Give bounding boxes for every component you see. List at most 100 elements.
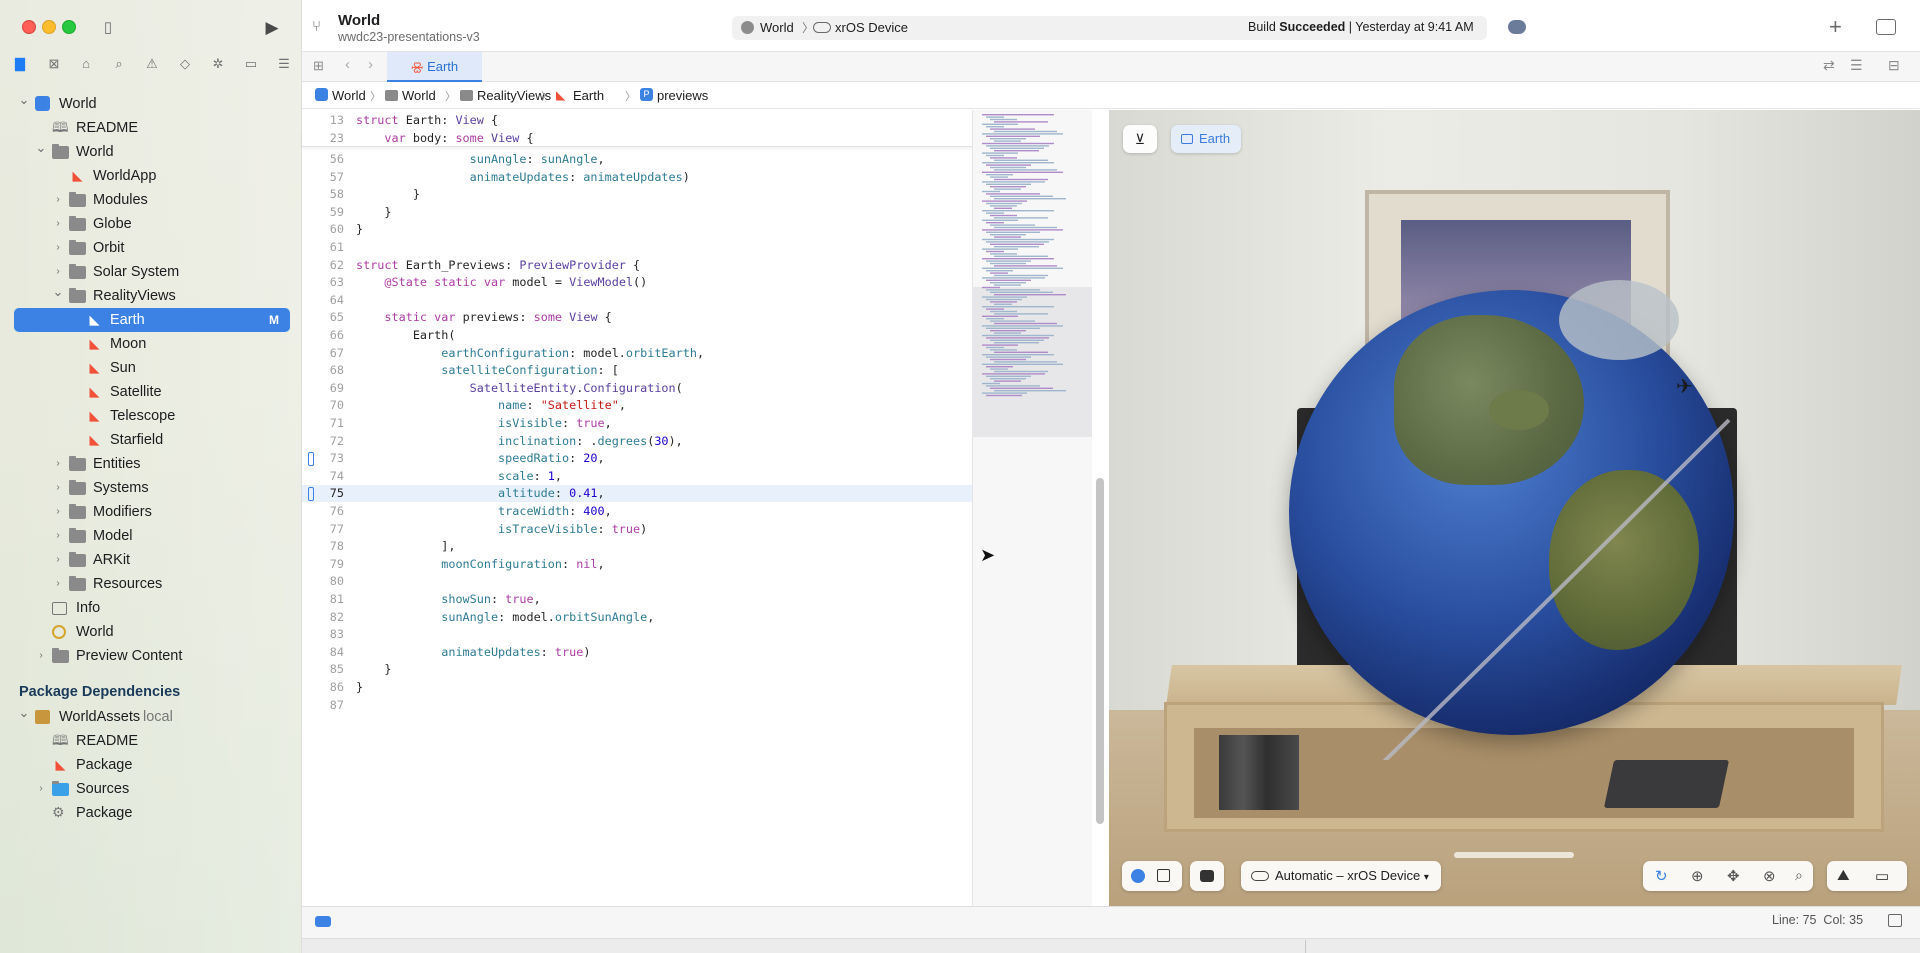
window-minimize-button[interactable] [42, 20, 56, 34]
disclosure-collapsed-icon[interactable]: › [52, 212, 64, 236]
navigator-item[interactable]: ⚙ Package [0, 801, 302, 825]
add-icon[interactable]: + [1829, 14, 1842, 40]
selectable-preview-icon[interactable] [1157, 869, 1170, 882]
disclosure-collapsed-icon[interactable]: › [52, 452, 64, 476]
navigator-item[interactable]: › Systems [0, 476, 302, 500]
disclosure-collapsed-icon[interactable]: › [52, 548, 64, 572]
navigator-item[interactable]: › Modules [0, 188, 302, 212]
orbit-icon[interactable]: ⊗ [1763, 867, 1776, 885]
navigator-item[interactable]: › Sources [0, 777, 302, 801]
navigator-item[interactable]: ◣ Sun [0, 356, 302, 380]
change-marker[interactable] [308, 487, 314, 502]
navigator-item[interactable]: Info [0, 596, 302, 620]
code-line[interactable]: 72 inclination: .degrees(30), [302, 433, 972, 450]
sidebar-toggle-icon[interactable]: ▯ [98, 20, 118, 36]
branch-icon[interactable]: ⑂ [312, 18, 326, 38]
navigator-item[interactable]: ◣ Earth M [0, 308, 302, 332]
panel-toggle-icon[interactable] [1888, 914, 1902, 927]
navigator-item[interactable]: › Modifiers [0, 500, 302, 524]
project-navigator-icon[interactable]: ▇ [12, 56, 28, 72]
code-line[interactable]: 86} [302, 679, 972, 696]
code-line[interactable]: 75 altitude: 0.41, [302, 485, 972, 503]
code-line[interactable]: 66 Earth( [302, 327, 972, 344]
run-button[interactable]: ▶ [262, 19, 282, 36]
environment-icon[interactable]: ⛰ [1837, 867, 1850, 884]
disclosure-expanded-icon[interactable]: ⌄ [18, 88, 30, 112]
jump-symbol[interactable]: previews [657, 88, 708, 103]
disclosure-collapsed-icon[interactable]: › [52, 524, 64, 548]
code-line[interactable]: 85 } [302, 661, 972, 678]
navigator-item[interactable]: › Preview Content [0, 644, 302, 668]
navigator-item[interactable]: ◣ Moon [0, 332, 302, 356]
navigator-item[interactable]: › Orbit [0, 236, 302, 260]
code-line[interactable]: 63 @State static var model = ViewModel() [302, 274, 972, 291]
device-selector[interactable]: Automatic – xrOS Device ▾ [1241, 861, 1441, 891]
navigator-item[interactable]: › Entities [0, 452, 302, 476]
code-line[interactable]: 78 ], [302, 538, 972, 555]
window-zoom-button[interactable] [62, 20, 76, 34]
bookmark-icon[interactable]: ⌂ [78, 56, 94, 72]
find-icon[interactable]: ⌕ [111, 56, 127, 72]
code-line[interactable]: 69 SatelliteEntity.Configuration( [302, 380, 972, 397]
scheme-target[interactable]: World [760, 20, 794, 35]
sticky-scope-line[interactable]: 13 struct Earth: View { [302, 111, 972, 129]
jump-group[interactable]: World [402, 88, 436, 103]
live-preview-icon[interactable] [1131, 869, 1145, 883]
code-review-icon[interactable]: ⇄ [1823, 57, 1835, 74]
code-line[interactable]: 64 [302, 292, 972, 309]
related-items-icon[interactable]: ⊞ [313, 58, 324, 74]
preview-canvas[interactable]: ✈ ⊻ Earth Automatic – xrOS Device ▾ ↻ ⊕ … [1109, 110, 1920, 906]
inspector-toggle-icon[interactable] [1876, 19, 1896, 35]
navigator-item[interactable]: ⌄ WorldAssets local [0, 705, 302, 729]
forward-icon[interactable]: › [368, 56, 373, 73]
camera-icon[interactable]: ▭ [1875, 867, 1889, 885]
disclosure-collapsed-icon[interactable]: › [52, 500, 64, 524]
disclosure-collapsed-icon[interactable]: › [35, 777, 47, 801]
tap-icon[interactable]: ⊕ [1691, 867, 1704, 885]
disclosure-expanded-icon[interactable]: ⌄ [35, 136, 47, 160]
code-line[interactable]: 62 struct Earth_Previews: PreviewProvider… [302, 257, 972, 274]
disclosure-collapsed-icon[interactable]: › [52, 572, 64, 596]
split-editor-icon[interactable]: ⊟ [1888, 57, 1900, 74]
code-line[interactable]: 80 [302, 573, 972, 590]
tab-earth[interactable]: 🝮 Earth [387, 52, 482, 82]
code-line[interactable]: 60} [302, 221, 972, 238]
pan-icon[interactable]: ✥ [1727, 867, 1740, 885]
jump-project[interactable]: World [332, 88, 366, 103]
test-icon[interactable]: ◇ [177, 56, 193, 72]
navigator-item[interactable]: › Globe [0, 212, 302, 236]
report-icon[interactable]: ☰ [276, 56, 292, 72]
breakpoint-icon[interactable]: ▭ [243, 56, 259, 72]
code-line[interactable]: 68 satelliteConfiguration: [ [302, 362, 972, 379]
device-status-icon[interactable] [1508, 20, 1526, 34]
pin-button[interactable]: ⊻ [1123, 125, 1157, 153]
debug-area-icon[interactable] [315, 916, 331, 927]
code-line[interactable]: 83 [302, 626, 972, 643]
code-line[interactable]: 79 moonConfiguration: nil, [302, 556, 972, 573]
code-line[interactable]: 65 static var previews: some View { [302, 309, 972, 326]
code-line[interactable]: 67 earthConfiguration: model.orbitEarth, [302, 345, 972, 362]
code-line[interactable]: 77 isTraceVisible: true) [302, 521, 972, 538]
preview-scrollbar[interactable] [1096, 478, 1104, 824]
jump-file[interactable]: Earth [573, 88, 604, 103]
code-line[interactable]: 74 scale: 1, [302, 468, 972, 485]
debug-icon[interactable]: ✲ [210, 56, 226, 72]
navigator-item[interactable]: ◣ Package [0, 753, 302, 777]
back-icon[interactable]: ‹ [345, 56, 350, 73]
interact-icon[interactable]: ↻ [1655, 867, 1668, 885]
navigator-item[interactable]: ⌄ World [0, 92, 302, 116]
code-line[interactable]: 58 } [302, 186, 972, 203]
sticky-scope-line[interactable]: 23 var body: some View { [302, 129, 972, 147]
code-line[interactable]: 81 showSun: true, [302, 591, 972, 608]
code-line[interactable]: 82 sunAngle: model.orbitSunAngle, [302, 609, 972, 626]
code-line[interactable]: 56 sunAngle: sunAngle, [302, 151, 972, 168]
code-line[interactable]: 76 traceWidth: 400, [302, 503, 972, 520]
code-line[interactable]: 61 [302, 239, 972, 256]
code-line[interactable]: 70 name: "Satellite", [302, 397, 972, 414]
disclosure-collapsed-icon[interactable]: › [52, 188, 64, 212]
preview-pin-earth[interactable]: Earth [1171, 125, 1241, 153]
code-line[interactable]: 87 [302, 697, 972, 714]
navigator-item[interactable]: › Resources [0, 572, 302, 596]
zoom-icon[interactable]: ⌕ [1795, 867, 1803, 884]
variants-button[interactable] [1190, 861, 1224, 891]
